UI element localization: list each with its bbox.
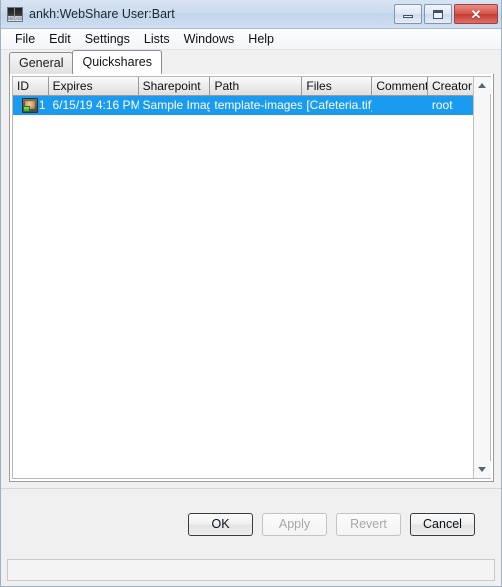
quickshares-table-container: ID Expires Sharepoint Path Files Comment… — [12, 76, 491, 479]
maximize-icon — [433, 9, 443, 19]
cell-path: template-images… — [214, 98, 303, 112]
table-body: 1 6/15/19 4:16 PM Sample Images template… — [13, 96, 473, 478]
column-header-creator[interactable]: Creator — [427, 77, 473, 95]
scroll-up-arrow[interactable] — [473, 77, 491, 94]
menu-item-edit[interactable]: Edit — [42, 30, 78, 49]
column-header-files[interactable]: Files — [302, 77, 373, 95]
tab-general[interactable]: General — [9, 52, 74, 74]
table-row[interactable]: 1 6/15/19 4:16 PM Sample Images template… — [13, 96, 473, 115]
tab-strip: General Quickshares — [1, 50, 501, 74]
menu-bar: File Edit Settings Lists Windows Help — [1, 29, 501, 50]
minimize-button[interactable] — [394, 4, 422, 24]
maximize-button[interactable] — [424, 4, 452, 24]
dialog-button-bar: OK Apply Revert Cancel — [1, 488, 501, 559]
status-bar — [7, 559, 495, 581]
menu-item-windows[interactable]: Windows — [177, 30, 242, 49]
scroll-down-arrow[interactable] — [473, 461, 491, 478]
quickshares-grid: ID Expires Sharepoint Path Files Comment… — [13, 77, 473, 478]
menu-item-help[interactable]: Help — [241, 30, 281, 49]
column-header-id[interactable]: ID — [13, 77, 49, 95]
cell-files: [Cafeteria.tif] — [306, 98, 373, 112]
apply-button: Apply — [262, 512, 327, 536]
column-header-expires[interactable]: Expires — [48, 77, 139, 95]
menu-item-file[interactable]: File — [8, 30, 42, 49]
window-controls: ✕ — [394, 4, 498, 24]
chevron-down-icon — [478, 467, 486, 472]
image-quickshare-icon — [21, 98, 38, 113]
cell-id: 1 — [13, 96, 49, 115]
cell-sharepoint: Sample Images — [142, 98, 211, 112]
menu-item-settings[interactable]: Settings — [78, 30, 137, 49]
quickshares-panel: ID Expires Sharepoint Path Files Comment… — [9, 73, 494, 482]
revert-button: Revert — [336, 512, 401, 536]
menu-item-lists[interactable]: Lists — [137, 30, 177, 49]
window-title: ankh:WebShare User:Bart — [29, 7, 175, 21]
close-button[interactable]: ✕ — [454, 4, 498, 24]
cell-creator: root — [431, 98, 453, 112]
vertical-scrollbar[interactable] — [473, 77, 491, 478]
helios-app-icon: HELIOS — [7, 6, 23, 22]
app-icon-label: HELIOS — [8, 15, 23, 21]
tab-quickshares[interactable]: Quickshares — [72, 50, 162, 74]
share-badge-icon — [22, 106, 30, 112]
chevron-up-icon — [478, 83, 486, 88]
cell-id-value: 1 — [38, 98, 46, 112]
column-header-comment[interactable]: Comment — [372, 77, 428, 95]
table-header-row: ID Expires Sharepoint Path Files Comment… — [13, 77, 473, 96]
cell-expires: 6/15/19 4:16 PM — [52, 98, 139, 112]
cell-comment — [372, 96, 428, 115]
application-window: HELIOS ankh:WebShare User:Bart ✕ File Ed… — [0, 0, 502, 587]
minimize-icon — [403, 15, 413, 18]
column-header-sharepoint[interactable]: Sharepoint — [138, 77, 211, 95]
close-icon: ✕ — [470, 6, 482, 22]
ok-button[interactable]: OK — [188, 512, 253, 536]
title-bar: HELIOS ankh:WebShare User:Bart ✕ — [1, 0, 501, 29]
cancel-button[interactable]: Cancel — [410, 512, 475, 536]
column-header-path[interactable]: Path — [210, 77, 303, 95]
